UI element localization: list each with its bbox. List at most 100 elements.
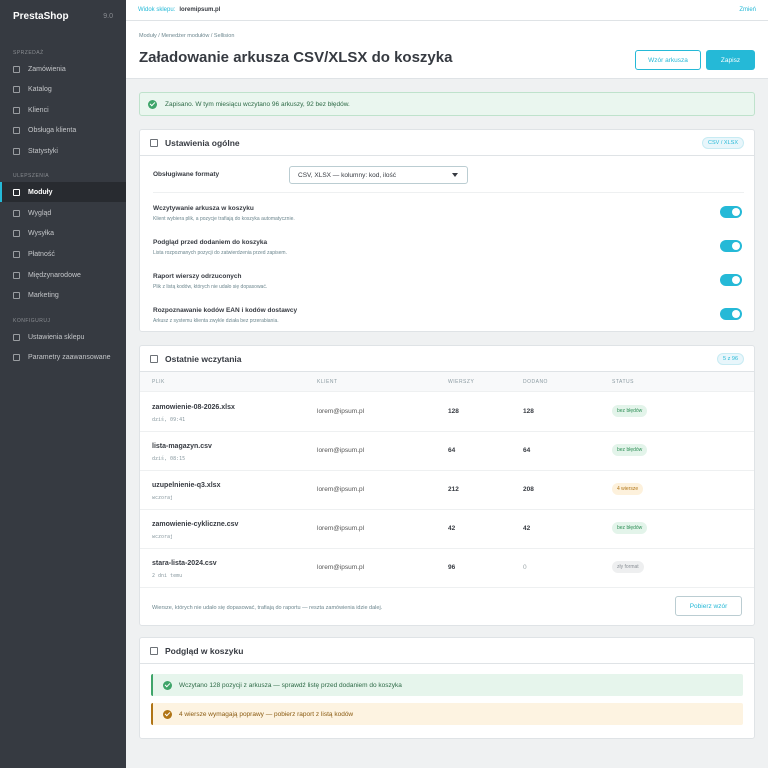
sidebar-item-shipping[interactable]: Wysyłka [0, 223, 126, 243]
sidebar-item-catalog[interactable]: Katalog [0, 79, 126, 99]
page-title: Załadowanie arkusza CSV/XLSX do koszyka [139, 49, 453, 66]
setting-desc: Arkusz z systemu klienta zwykle działa b… [153, 318, 279, 324]
formats-select[interactable]: CSV, XLSX — kolumny: kod, ilość [289, 166, 468, 184]
format-badge: CSV / XLSX [702, 136, 744, 149]
recent-uploads-card: Ostatnie wczytania 5 z 96 PLIK KLIENT WI… [139, 345, 755, 626]
sidebar-item-label: Parametry zaawansowane [28, 353, 111, 361]
sidebar-item-label: Statystyki [28, 147, 58, 155]
check-icon [163, 680, 172, 690]
table-row[interactable]: zamowienie-cykliczne.csv wczoraj lorem@i… [140, 510, 754, 549]
file-name[interactable]: zamowienie-08-2026.xlsx [152, 404, 235, 411]
card-header: Ustawienia ogólne CSV / XLSX [140, 130, 754, 156]
sidebar-item-label: Międzynarodowe [28, 271, 81, 279]
file-date: 2 dni temu [152, 573, 183, 579]
row-count: 212 [448, 486, 459, 493]
brand-version: 9.0 [103, 12, 113, 20]
card-title: Podgląd w koszyku [165, 645, 244, 656]
table-row[interactable]: lista-magazyn.csv dziś, 08:15 lorem@ipsu… [140, 432, 754, 471]
sidebar-item-customer-service[interactable]: Obsługa klienta [0, 120, 126, 140]
client-email: lorem@ipsum.pl [317, 486, 365, 493]
sidebar-item-international[interactable]: Międzynarodowe [0, 265, 126, 285]
download-template-button[interactable]: Pobierz wzór [675, 596, 742, 616]
table-row[interactable]: zamowienie-08-2026.xlsx dziś, 09:41 lore… [140, 393, 754, 432]
menu-icon [13, 147, 20, 155]
file-name[interactable]: zamowienie-cykliczne.csv [152, 521, 238, 528]
toggle-preview[interactable] [720, 240, 742, 252]
cart-preview-card: Podgląd w koszyku Wczytano 128 pozycji z… [139, 637, 755, 739]
menu-icon [13, 353, 20, 361]
save-button[interactable]: Zapisz [706, 50, 755, 70]
check-icon [148, 99, 157, 109]
added-count: 42 [523, 525, 531, 532]
sidebar-item-label: Wysyłka [28, 229, 54, 237]
file-name[interactable]: stara-lista-2024.csv [152, 560, 217, 567]
sidebar-item-marketing[interactable]: Marketing [0, 285, 126, 305]
list-icon [150, 354, 158, 363]
sidebar-item-label: Obsługa klienta [28, 126, 77, 134]
status-badge: zły format [612, 561, 644, 573]
added-count: 128 [523, 408, 534, 415]
brand: PrestaShop 9.0 [0, 0, 126, 32]
preview-warning-notice: 4 wiersze wymagają poprawy — pobierz rap… [151, 703, 743, 725]
alert-text: Zapisano. W tym miesiącu wczytano 96 ark… [165, 100, 350, 108]
menu-icon [13, 85, 20, 93]
setting-label: Rozpoznawanie kodów EAN i kodów dostawcy [153, 307, 298, 314]
page-header: Moduły / Menedżer modułów / Sellision Za… [126, 21, 768, 79]
menu-icon [13, 229, 20, 237]
file-date: dziś, 08:15 [152, 456, 186, 462]
menu-icon [13, 209, 20, 217]
sidebar-item-label: Zamówienia [28, 65, 66, 73]
client-email: lorem@ipsum.pl [317, 564, 365, 571]
brand-name[interactable]: PrestaShop [13, 11, 69, 22]
file-date: wczoraj [152, 495, 174, 501]
menu-icon [13, 188, 20, 196]
setting-label: Podgląd przed dodaniem do koszyka [153, 239, 268, 246]
toggle-rejected-report[interactable] [720, 274, 742, 286]
shop-url[interactable]: loremipsum.pl [179, 7, 220, 13]
file-name[interactable]: uzupelnienie-q3.xlsx [152, 482, 220, 489]
sidebar-item-label: Ustawienia sklepu [28, 333, 85, 341]
added-count: 0 [523, 564, 527, 571]
shop-view-bar: Widok sklepu: loremipsum.pl Zmień [126, 0, 768, 21]
table-row[interactable]: uzupelnienie-q3.xlsx wczoraj lorem@ipsum… [140, 471, 754, 510]
card-header: Ostatnie wczytania 5 z 96 [140, 346, 754, 372]
setting-desc: Plik z listą kodów, których nie udało si… [153, 284, 268, 290]
row-count: 64 [448, 447, 456, 454]
warning-icon [163, 709, 172, 719]
sidebar-item-shop-settings[interactable]: Ustawienia sklepu [0, 327, 126, 347]
sidebar-item-advanced[interactable]: Parametry zaawansowane [0, 347, 126, 367]
breadcrumb[interactable]: Moduły / Menedżer modułów / Sellision [139, 33, 234, 39]
column-header[interactable]: PLIK [152, 379, 165, 385]
column-header[interactable]: WIERSZY [448, 379, 474, 385]
toggle-ean-codes[interactable] [720, 308, 742, 320]
template-button[interactable]: Wzór arkusza [635, 50, 701, 70]
column-header[interactable]: KLIENT [317, 379, 338, 385]
divider [153, 192, 744, 193]
menu-icon [13, 106, 20, 114]
table-footer-note: Wiersze, których nie udało się dopasować… [152, 605, 383, 611]
shop-view-label: Widok sklepu: [138, 7, 176, 13]
menu-icon [13, 65, 20, 73]
sidebar-item-customers[interactable]: Klienci [0, 100, 126, 120]
status-badge: bez błędów [612, 522, 648, 534]
file-name[interactable]: lista-magazyn.csv [152, 443, 212, 450]
change-shop-link[interactable]: Zmień [739, 7, 756, 13]
added-count: 208 [523, 486, 534, 493]
sidebar-item-stats[interactable]: Statystyki [0, 141, 126, 161]
sidebar-item-payment[interactable]: Płatność [0, 244, 126, 264]
column-header[interactable]: STATUS [612, 379, 634, 385]
sidebar-item-design[interactable]: Wygląd [0, 203, 126, 223]
sidebar-item-label: Katalog [28, 85, 52, 93]
column-header[interactable]: DODANO [523, 379, 548, 385]
sidebar-item-orders[interactable]: Zamówienia [0, 59, 126, 79]
toggle-sheet-in-cart[interactable] [720, 206, 742, 218]
status-badge: bez błędów [612, 405, 648, 417]
table-row[interactable]: stara-lista-2024.csv 2 dni temu lorem@ip… [140, 549, 754, 588]
sidebar-item-modules[interactable]: Moduły [0, 182, 126, 202]
client-email: lorem@ipsum.pl [317, 525, 365, 532]
sidebar-item-label: Wygląd [28, 209, 52, 217]
setting-desc: Klient wybiera plik, a pozycje trafiają … [153, 216, 295, 222]
success-alert: Zapisano. W tym miesiącu wczytano 96 ark… [139, 92, 755, 116]
status-badge: 4 wiersze [612, 483, 644, 495]
sidebar-item-label: Marketing [28, 291, 59, 299]
